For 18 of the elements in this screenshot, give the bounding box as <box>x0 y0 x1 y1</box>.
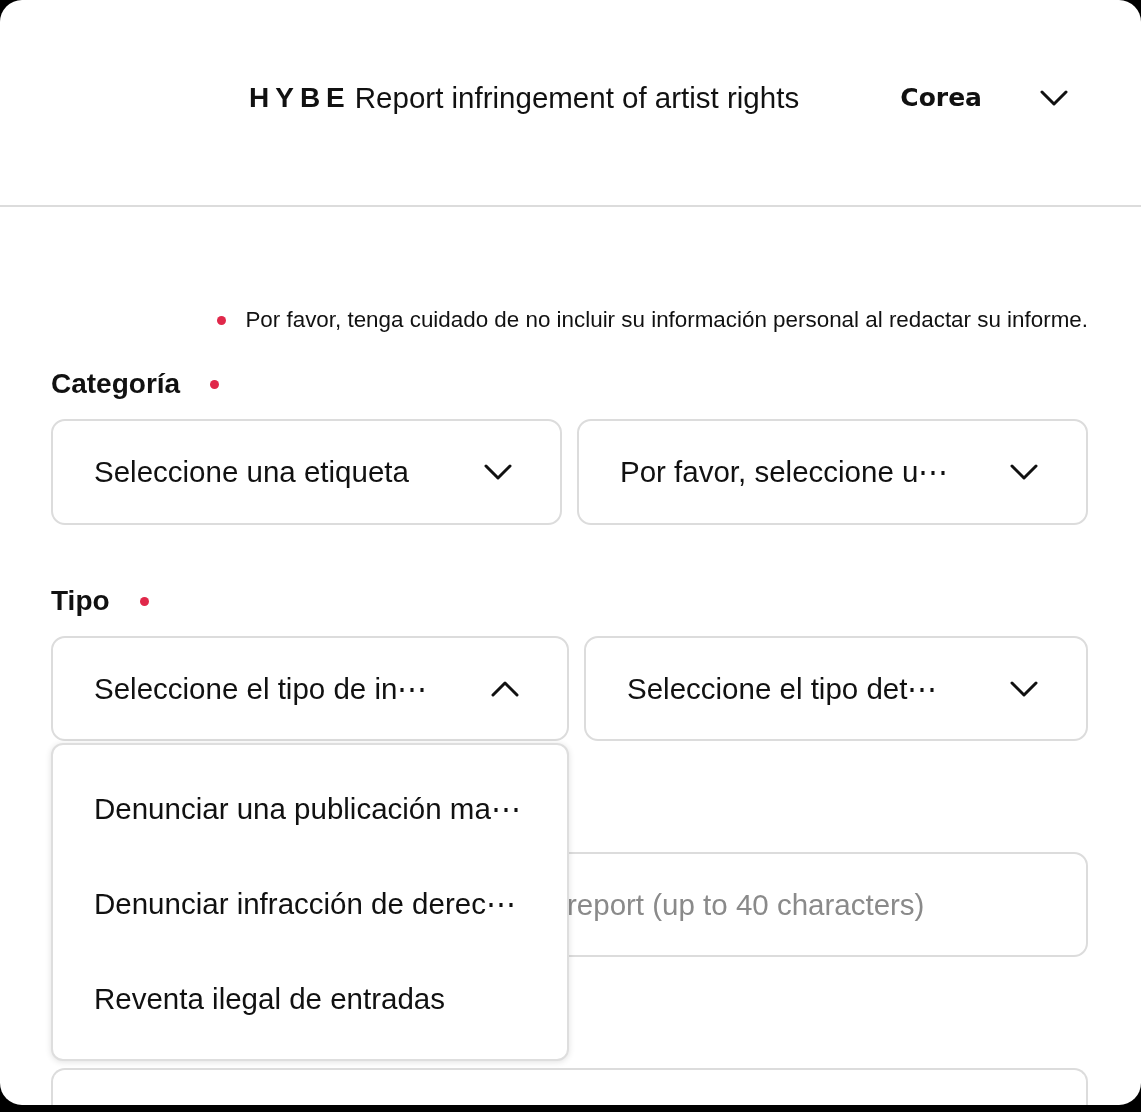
bullet-dot-icon <box>217 315 227 325</box>
dropdown-select[interactable]: Por favor, seleccione u⋯ <box>577 419 1088 525</box>
field-label: Categoría <box>51 367 181 401</box>
dropdown-option[interactable]: Denunciar infracción de derec⋯ <box>53 856 567 951</box>
chevron-down-icon <box>1010 680 1038 697</box>
region-dropdown[interactable]: Corea <box>900 83 1068 112</box>
brand-logo: HYBE <box>249 81 351 114</box>
dropdown-select[interactable]: Seleccione una etiqueta <box>51 419 562 525</box>
input-field[interactable] <box>51 1068 1088 1105</box>
chevron-down-icon <box>1040 89 1068 106</box>
chevron-up-icon <box>491 680 519 697</box>
privacy-notice: Por favor, tenga cuidado de no incluir su información personal al redactar su informe. <box>245 306 1088 334</box>
page-title: Report infringement of artist rights <box>354 80 800 115</box>
dropdown-select[interactable]: Seleccione el tipo det⋯ <box>584 636 1088 741</box>
chevron-down-icon <box>484 464 512 480</box>
dropdown-select[interactable]: Seleccione el tipo de in⋯ <box>51 636 569 741</box>
field-label: Tipo <box>51 584 110 618</box>
chevron-down-icon <box>1010 464 1038 480</box>
